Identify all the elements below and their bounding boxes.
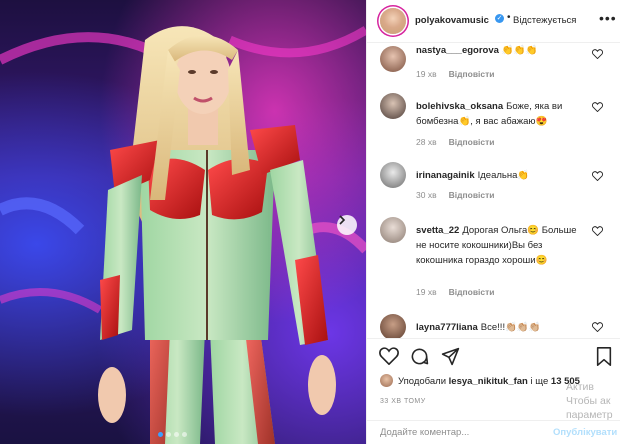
heart-icon[interactable] bbox=[379, 347, 399, 365]
more-icon[interactable]: ••• bbox=[599, 10, 617, 26]
comment-body: Ідеальна👏 bbox=[477, 170, 530, 181]
comment-meta: 19 хв Відповісти bbox=[416, 69, 495, 79]
comment-icon[interactable] bbox=[410, 347, 429, 366]
heart-icon[interactable] bbox=[592, 49, 603, 59]
post-time: 33 ХВ ТОМУ bbox=[380, 398, 426, 405]
comment-input[interactable]: Додайте коментар... bbox=[380, 427, 469, 438]
post-photo[interactable] bbox=[0, 0, 366, 444]
comment-meta: 19 хв Відповісти bbox=[416, 287, 495, 297]
comment-item: irinanagainik Ідеальна👏 30 хв Відповісти bbox=[367, 162, 620, 208]
carousel-dots bbox=[158, 432, 187, 437]
next-photo-button[interactable] bbox=[337, 215, 357, 235]
verified-icon: ✓ bbox=[495, 14, 504, 23]
comment-item: svetta_22 Дорогая Ольга😊 Больше не носите… bbox=[367, 217, 620, 303]
comment-username[interactable]: irinanagainik bbox=[416, 170, 475, 181]
comment-username[interactable]: nastya___egorova bbox=[416, 45, 499, 56]
post-comment-button[interactable]: Опублікувати bbox=[553, 427, 617, 438]
comment-text: bolehivska_oksana Боже, яка ви бомбезна👏,… bbox=[416, 99, 586, 129]
commenter-avatar[interactable] bbox=[380, 46, 406, 72]
comment-text: layna777liana Все!!!👏🏼👏🏼👏🏼 bbox=[416, 320, 586, 335]
comment-item: bolehivska_oksana Боже, яка ви бомбезна👏,… bbox=[367, 93, 620, 153]
heart-icon[interactable] bbox=[592, 226, 603, 236]
post-side-panel: polyakovamusic ✓ • Відстежується ••• nas… bbox=[366, 0, 620, 444]
heart-icon[interactable] bbox=[592, 322, 603, 332]
post-header: polyakovamusic ✓ • Відстежується ••• bbox=[367, 0, 620, 43]
action-bar bbox=[367, 338, 620, 373]
comment-time: 19 хв bbox=[416, 287, 437, 297]
comment-text: svetta_22 Дорогая Ольга😊 Больше не носите… bbox=[416, 223, 586, 268]
likes-prefix: Уподобали bbox=[398, 376, 447, 387]
comment-meta: 28 хв Відповісти bbox=[416, 137, 495, 147]
comment-username[interactable]: svetta_22 bbox=[416, 225, 459, 236]
author-username[interactable]: polyakovamusic bbox=[415, 15, 489, 26]
reply-button[interactable]: Відповісти bbox=[449, 137, 495, 147]
comment-body: Все!!!👏🏼👏🏼👏🏼 bbox=[480, 322, 541, 333]
follow-status-button[interactable]: Відстежується bbox=[513, 15, 576, 26]
heart-icon[interactable] bbox=[592, 171, 603, 181]
carousel-dot-active bbox=[158, 432, 163, 437]
comment-body: 👏👏👏 bbox=[501, 45, 538, 56]
watermark-line: Актив bbox=[566, 381, 594, 393]
comment-item: nastya___egorova 👏👏👏 19 хв Відповісти bbox=[367, 40, 620, 85]
photo-illustration bbox=[0, 26, 366, 444]
watermark-line: параметр bbox=[566, 409, 613, 421]
reply-button[interactable]: Відповісти bbox=[449, 287, 495, 297]
heart-icon[interactable] bbox=[592, 102, 603, 112]
reply-button[interactable]: Відповісти bbox=[449, 69, 495, 79]
share-icon[interactable] bbox=[441, 347, 460, 366]
comment-username[interactable]: bolehivska_oksana bbox=[416, 101, 503, 112]
watermark-line: Чтобы ак bbox=[566, 395, 611, 407]
bookmark-icon[interactable] bbox=[596, 347, 612, 366]
next-arrow-icon bbox=[339, 215, 346, 225]
comment-time: 30 хв bbox=[416, 190, 437, 200]
add-comment-bar: Додайте коментар... Опублікувати bbox=[367, 420, 620, 445]
comment-time: 28 хв bbox=[416, 137, 437, 147]
comment-text: irinanagainik Ідеальна👏 bbox=[416, 168, 586, 183]
liker-username[interactable]: lesya_nikituk_fan bbox=[449, 376, 528, 387]
carousel-dot bbox=[166, 432, 171, 437]
likes-suffix: і ще bbox=[530, 376, 549, 387]
reply-button[interactable]: Відповісти bbox=[449, 190, 495, 200]
comment-username[interactable]: layna777liana bbox=[416, 322, 478, 333]
commenter-avatar[interactable] bbox=[380, 314, 406, 338]
commenter-avatar[interactable] bbox=[380, 93, 406, 119]
likes-summary: Уподобали lesya_nikituk_fan і ще 13 505 bbox=[380, 374, 580, 387]
author-avatar[interactable] bbox=[380, 8, 406, 34]
activation-watermark: Актив Чтобы ак параметр bbox=[566, 380, 613, 422]
carousel-dot bbox=[182, 432, 187, 437]
comment-item: layna777liana Все!!!👏🏼👏🏼👏🏼 bbox=[367, 314, 620, 338]
comment-text: nastya___egorova 👏👏👏 bbox=[416, 43, 586, 58]
liker-avatar bbox=[380, 374, 393, 387]
separator-dot: • bbox=[507, 12, 511, 23]
carousel-dot bbox=[174, 432, 179, 437]
commenter-avatar[interactable] bbox=[380, 217, 406, 243]
comment-meta: 30 хв Відповісти bbox=[416, 190, 495, 200]
comment-time: 19 хв bbox=[416, 69, 437, 79]
commenter-avatar[interactable] bbox=[380, 162, 406, 188]
